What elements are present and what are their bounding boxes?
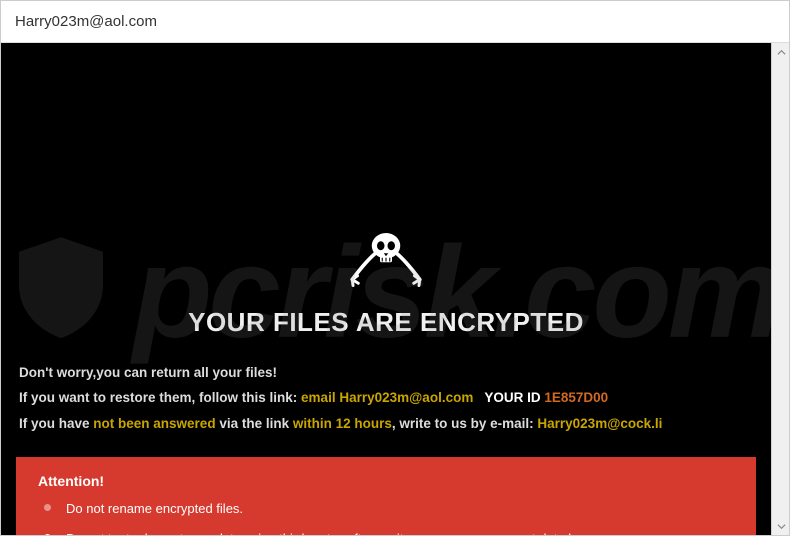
line2-id-label: YOUR ID	[484, 390, 540, 405]
vertical-scrollbar[interactable]	[771, 43, 789, 535]
line2-id: 1E857D00	[544, 390, 608, 405]
l3a: If you have	[19, 416, 93, 431]
window-titlebar: Harry023m@aol.com	[1, 1, 789, 43]
attention-box: Attention! Do not rename encrypted files…	[16, 457, 756, 535]
attention-item: Do not rename encrypted files.	[66, 499, 734, 519]
scroll-down-icon[interactable]	[772, 517, 790, 535]
attention-title: Attention!	[38, 473, 734, 489]
l3-email2: Harry023m@cock.li	[537, 416, 662, 431]
l3b: not been answered	[93, 416, 215, 431]
headline: YOUR FILES ARE ENCRYPTED	[1, 307, 771, 338]
line2-email: Harry023m@aol.com	[339, 390, 473, 405]
ransom-note-content: pcrisk.com YOUR FILES ARE ENCRYPTED Don'…	[1, 43, 771, 535]
content-wrapper: pcrisk.com YOUR FILES ARE ENCRYPTED Don'…	[1, 43, 789, 535]
attention-item: Do not try to decrypt your data using th…	[66, 529, 734, 535]
scroll-up-icon[interactable]	[772, 43, 790, 61]
ransom-body: Don't worry,you can return all your file…	[1, 338, 771, 437]
skull-icon	[1, 222, 771, 297]
line-intro: Don't worry,you can return all your file…	[19, 360, 753, 386]
l3d: within 12 hours	[293, 416, 392, 431]
line2-prefix: If you want to restore them, follow this…	[19, 390, 297, 405]
window-title: Harry023m@aol.com	[15, 13, 157, 30]
line-alt-contact: If you have not been answered via the li…	[19, 411, 753, 437]
l3c: via the link	[216, 416, 293, 431]
attention-list: Do not rename encrypted files. Do not tr…	[38, 499, 734, 535]
l3e: , write to us by e-mail:	[392, 416, 538, 431]
line2-email-label: email	[301, 390, 336, 405]
line-restore: If you want to restore them, follow this…	[19, 385, 753, 411]
